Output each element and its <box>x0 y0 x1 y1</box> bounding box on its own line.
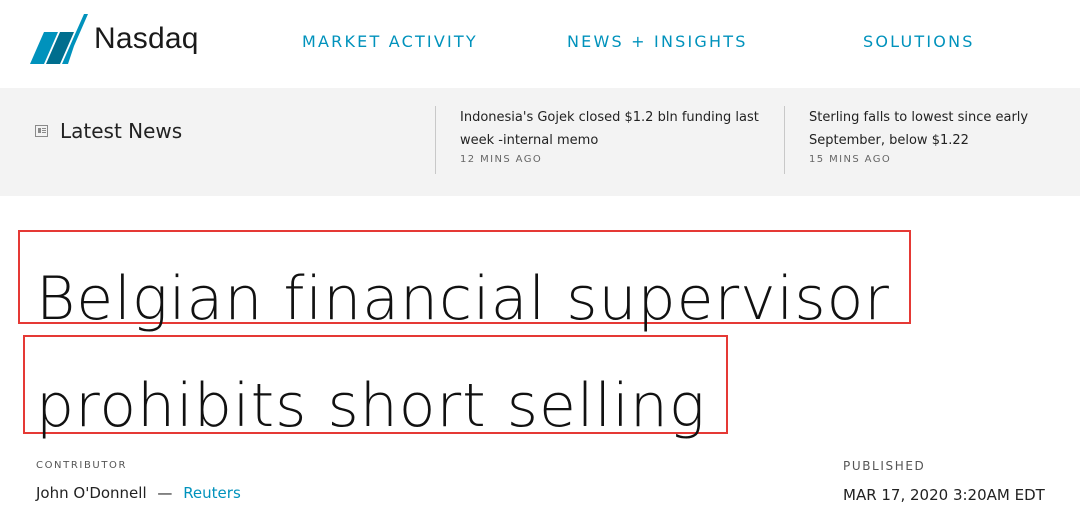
nav-news-insights[interactable]: NEWS + INSIGHTS <box>567 32 748 51</box>
site-header: Nasdaq MARKET ACTIVITY NEWS + INSIGHTS S… <box>0 0 1080 88</box>
nav-solutions[interactable]: SOLUTIONS <box>863 32 975 51</box>
byline-separator: — <box>157 484 173 502</box>
newspaper-icon <box>35 125 48 137</box>
latest-news-title[interactable]: Indonesia's Gojek closed $1.2 bln fundin… <box>460 106 765 152</box>
nav-market-activity[interactable]: MARKET ACTIVITY <box>302 32 478 51</box>
source-link[interactable]: Reuters <box>183 484 241 502</box>
contributor-label: CONTRIBUTOR <box>36 460 128 471</box>
latest-news-time: 12 MINS AGO <box>460 154 543 165</box>
brand-name: Nasdaq <box>94 22 199 55</box>
headline-line1: Belgian financial supervisor <box>36 264 890 334</box>
latest-news-heading: Latest News <box>35 119 182 143</box>
latest-news-bar: Latest News Indonesia's Gojek closed $1.… <box>0 88 1080 196</box>
published-date: MAR 17, 2020 3:20AM EDT <box>843 486 1045 504</box>
article-headline: Belgian financial supervisor prohibits s… <box>36 246 1036 460</box>
nasdaq-logo[interactable]: Nasdaq <box>30 14 199 64</box>
published-label: PUBLISHED <box>843 459 926 473</box>
headline-line2: prohibits short selling <box>36 371 706 441</box>
latest-news-item[interactable]: Indonesia's Gojek closed $1.2 bln fundin… <box>435 106 765 174</box>
contributor-name[interactable]: John O'Donnell <box>36 484 147 502</box>
contributor-row: John O'Donnell — Reuters <box>36 484 241 502</box>
latest-news-title[interactable]: Sterling falls to lowest since early Sep… <box>809 106 1080 152</box>
nasdaq-logo-icon <box>30 14 88 64</box>
latest-news-time: 15 MINS AGO <box>809 154 892 165</box>
latest-news-item[interactable]: Sterling falls to lowest since early Sep… <box>784 106 1080 174</box>
latest-news-label: Latest News <box>60 119 183 143</box>
